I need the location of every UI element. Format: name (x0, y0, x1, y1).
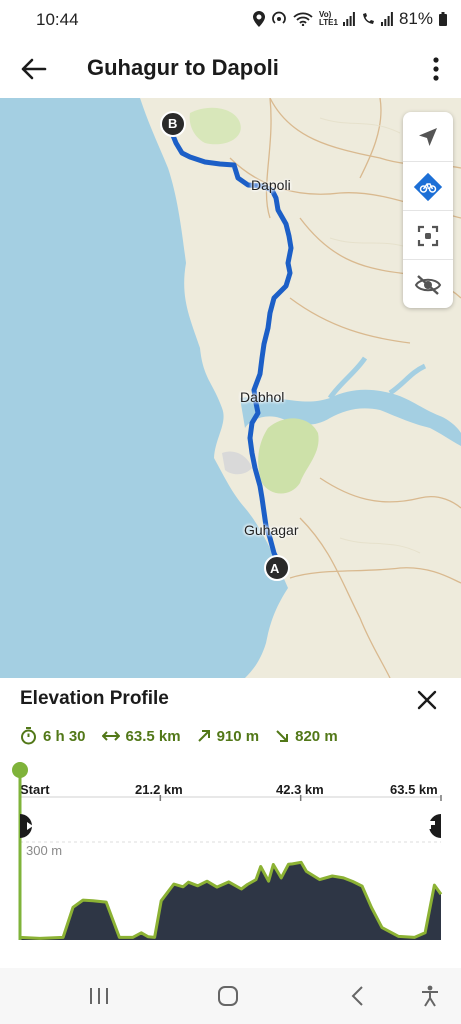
accessibility-icon (422, 985, 438, 1007)
altitude-label-0: 0 m (26, 940, 48, 955)
hide-layer-button[interactable] (403, 259, 453, 309)
start-flag-icon (20, 814, 33, 842)
stat-descent: 820 m (275, 727, 338, 745)
hotspot-icon (272, 11, 286, 24)
elevation-chart-svg (12, 762, 443, 940)
bike-layer-button[interactable] (403, 161, 453, 211)
route-stats: 6 h 30 63.5 km 910 m 820 m (20, 727, 338, 745)
ascent-arrow-icon (197, 730, 210, 742)
home-button[interactable] (213, 982, 243, 1010)
route-map[interactable]: A B Dapoli Dabhol Guhagar (0, 98, 461, 678)
bike-route-icon (413, 172, 443, 201)
battery-percent: 81% (398, 9, 433, 28)
volte-indicator: Vo) LTE1 (318, 10, 338, 27)
signal-icon-2 (380, 12, 393, 26)
map-canvas (0, 98, 461, 678)
distance-icon (101, 731, 120, 741)
accessibility-button[interactable] (415, 982, 445, 1010)
stat-distance: 63.5 km (101, 727, 181, 745)
hide-eye-icon (414, 274, 442, 295)
wifi-calling-icon (362, 13, 374, 24)
navigation-arrow-icon (419, 127, 437, 146)
elevation-title: Elevation Profile (20, 688, 169, 709)
place-label-guhagar: Guhagar (244, 522, 299, 538)
home-icon (218, 986, 238, 1006)
close-icon[interactable] (415, 688, 439, 712)
status-time: 10:44 (36, 10, 79, 29)
stat-duration: 6 h 30 (20, 727, 86, 745)
back-button[interactable] (343, 982, 373, 1010)
focus-frame-icon (417, 225, 439, 246)
app-bar: Guhagur to Dapoli (0, 40, 461, 98)
altitude-label-300: 300 m (26, 843, 63, 858)
recents-button[interactable] (84, 982, 114, 1010)
finish-flag-icon (427, 814, 441, 842)
duration-value: 6 h 30 (43, 727, 86, 745)
wifi-icon (293, 12, 313, 26)
fit-route-button[interactable] (403, 210, 453, 260)
descent-arrow-icon (276, 730, 289, 742)
stat-ascent: 910 m (197, 727, 260, 745)
stopwatch-icon (21, 727, 36, 745)
elevation-sheet: Elevation Profile 6 h 30 63.5 km 910 m 8… (0, 678, 461, 968)
place-label-dabhol: Dabhol (240, 389, 285, 405)
back-arrow-icon[interactable] (18, 54, 48, 84)
status-bar: 10:44 Vo) LTE1 81% (0, 0, 461, 40)
signal-icon (342, 12, 355, 26)
page-title: Guhagur to Dapoli (87, 55, 279, 80)
distance-value: 63.5 km (125, 727, 181, 745)
place-label-dapoli: Dapoli (251, 177, 291, 193)
battery-icon (439, 12, 447, 26)
end-marker-label: B (168, 116, 178, 131)
location-icon (252, 11, 265, 27)
descent-value: 820 m (295, 727, 338, 745)
more-options-icon[interactable] (429, 54, 443, 84)
ascent-value: 910 m (216, 727, 260, 745)
status-icons: Vo) LTE1 81% (252, 9, 447, 29)
elevation-chart[interactable]: Start 21.2 km 42.3 km 63.5 km 300 m 0 m (0, 762, 461, 968)
start-marker-label: A (270, 561, 280, 576)
locate-button[interactable] (403, 112, 453, 161)
map-toolbar (403, 112, 453, 308)
recents-icon (90, 988, 108, 1004)
position-cursor-handle[interactable] (12, 762, 28, 778)
system-nav-bar (0, 968, 461, 1024)
back-chevron-icon (351, 986, 363, 1006)
